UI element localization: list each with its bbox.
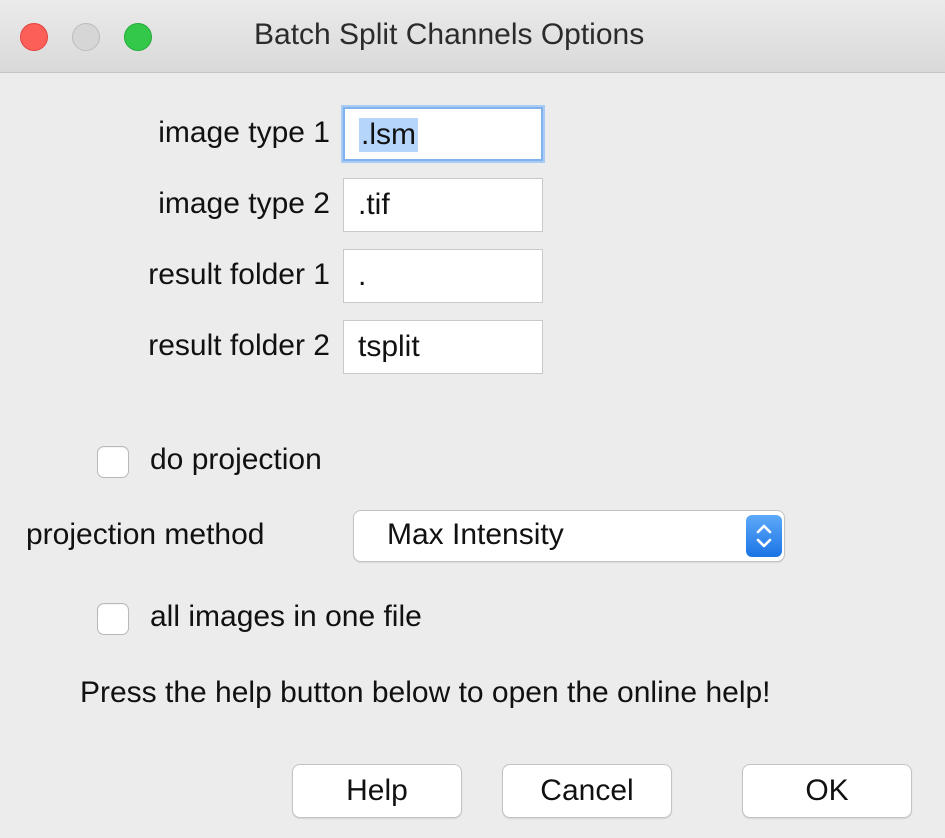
cancel-button[interactable]: Cancel [502, 764, 672, 818]
image-type-1-field[interactable]: .lsm [343, 107, 543, 161]
result-folder-2-field[interactable] [343, 320, 543, 374]
window-title: Batch Split Channels Options [254, 18, 645, 51]
title-bar: Batch Split Channels Options [0, 0, 945, 73]
projection-method-label: projection method [26, 518, 265, 551]
help-button[interactable]: Help [292, 764, 462, 818]
result-folder-1-field[interactable] [343, 249, 543, 303]
projection-method-value: Max Intensity [387, 518, 564, 551]
up-down-chevron-icon [746, 515, 782, 557]
help-message: Press the help button below to open the … [80, 676, 771, 709]
result-folder-2-label: result folder 2 [148, 329, 330, 362]
minimize-window-button[interactable] [72, 23, 100, 51]
all-images-one-file-label: all images in one file [150, 600, 422, 633]
result-folder-1-label: result folder 1 [148, 258, 330, 291]
image-type-1-label: image type 1 [158, 116, 330, 149]
zoom-window-button[interactable] [124, 23, 152, 51]
image-type-1-selected-value: .lsm [359, 118, 418, 152]
image-type-2-label: image type 2 [158, 187, 330, 220]
projection-method-select[interactable]: Max Intensity [353, 510, 785, 562]
image-type-2-field[interactable] [343, 178, 543, 232]
all-images-one-file-checkbox[interactable] [97, 603, 129, 635]
ok-button[interactable]: OK [742, 764, 912, 818]
do-projection-label: do projection [150, 443, 322, 476]
close-window-button[interactable] [20, 23, 48, 51]
do-projection-checkbox[interactable] [97, 446, 129, 478]
